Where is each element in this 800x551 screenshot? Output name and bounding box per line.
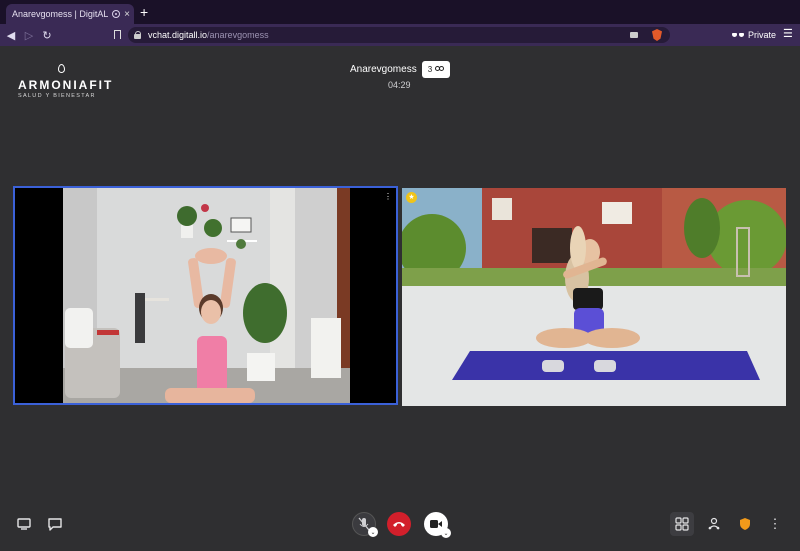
tab-title: Anarevgomess | DigitALL Pl: [12, 9, 109, 19]
camera-button[interactable]: ⌄: [424, 512, 451, 538]
url-host: vchat.digitall.io: [148, 30, 208, 40]
hangup-button[interactable]: [387, 512, 411, 536]
tile-menu-icon[interactable]: ⋮: [384, 192, 392, 201]
video-call-app: ARMONIAFIT SALUD Y BIENESTAR Anarevgomes…: [0, 46, 800, 551]
hangup-icon: [393, 522, 405, 527]
location-pin-icon: [58, 64, 65, 73]
chat-button[interactable]: [46, 515, 64, 533]
brand-logo: ARMONIAFIT SALUD Y BIENESTAR: [18, 64, 114, 99]
camera-permission-icon[interactable]: [630, 32, 638, 38]
more-options-icon[interactable]: ⋮: [767, 515, 783, 533]
grid-view-button[interactable]: [670, 512, 694, 536]
mic-options-chevron-icon[interactable]: ⌄: [368, 527, 378, 537]
grid-view-icon: [675, 517, 689, 531]
brave-shield-icon[interactable]: [652, 29, 662, 41]
bookmark-icon[interactable]: [114, 30, 121, 39]
browser-tab-bar: Anarevgomess | DigitALL Pl × +: [0, 0, 800, 24]
browser-tab[interactable]: Anarevgomess | DigitALL Pl ×: [6, 4, 134, 24]
people-icon: [435, 66, 445, 73]
recording-icon: [112, 10, 121, 18]
url-bar[interactable]: vchat.digitall.io/anarevgomess: [128, 27, 670, 43]
camera-options-chevron-icon[interactable]: ⌄: [441, 528, 451, 538]
room-title: Anarevgomess: [350, 64, 417, 75]
forward-icon[interactable]: ▷: [20, 29, 38, 42]
screen-share-icon: [17, 518, 31, 530]
participant-count: 3: [427, 65, 433, 74]
participant-2-video: [402, 188, 786, 406]
video-tile-participant-1[interactable]: ⋮: [13, 186, 398, 405]
logo-tagline: SALUD Y BIENESTAR: [18, 93, 96, 99]
security-button[interactable]: [736, 515, 754, 533]
participant-count-badge[interactable]: 3: [422, 61, 450, 78]
mute-button[interactable]: ⌄: [352, 512, 378, 537]
call-toolbar: ⌄ ⌄ ⋮: [0, 504, 800, 551]
video-tile-participant-2[interactable]: ★: [402, 188, 786, 406]
browser-menu-icon[interactable]: ☰: [783, 27, 793, 40]
private-badge: Private: [732, 28, 776, 42]
camera-icon: [430, 520, 442, 528]
reload-icon[interactable]: ↻: [38, 29, 56, 42]
screen-share-button[interactable]: [15, 515, 33, 533]
new-tab-icon[interactable]: +: [140, 5, 148, 19]
url-path: /anarevgomess: [207, 30, 269, 40]
logo-name: ARMONIAFIT: [18, 78, 114, 92]
moderator-star-icon: ★: [406, 192, 417, 203]
chat-icon: [48, 517, 62, 531]
private-glasses-icon: [732, 32, 744, 38]
participants-icon: [708, 517, 720, 530]
tab-close-icon[interactable]: ×: [124, 9, 130, 20]
security-shield-icon: [740, 518, 750, 530]
private-label: Private: [748, 30, 777, 40]
call-timer: 04:29: [388, 80, 411, 90]
lock-icon[interactable]: [134, 31, 142, 39]
participant-1-video: [15, 188, 396, 403]
back-icon[interactable]: ◀: [2, 29, 20, 42]
participants-button[interactable]: [705, 515, 723, 533]
